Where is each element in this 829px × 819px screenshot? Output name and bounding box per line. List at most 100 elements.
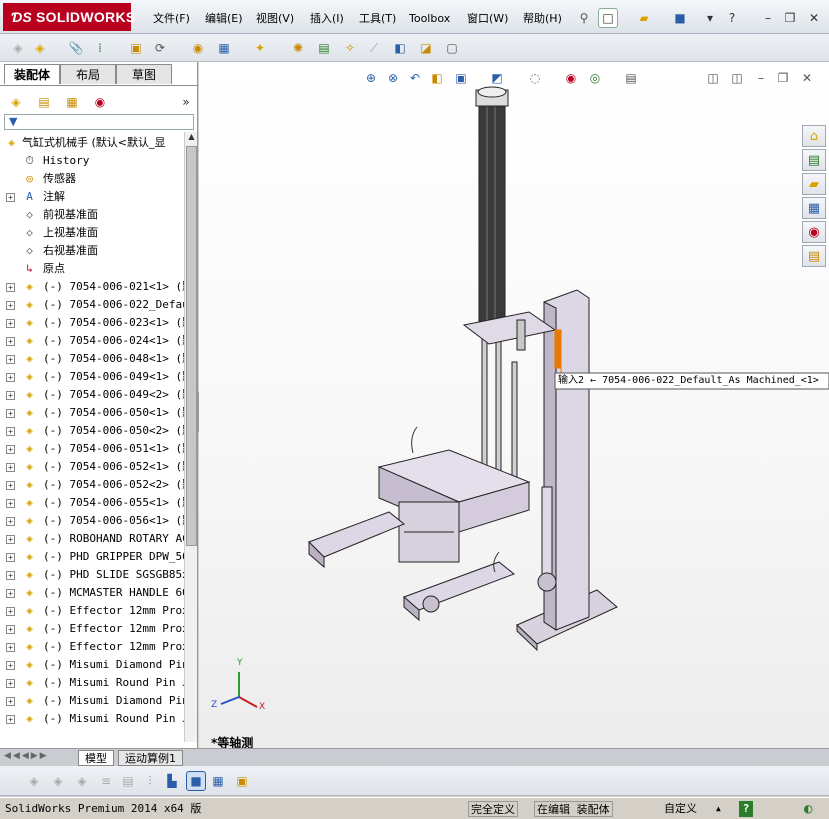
tree-root[interactable]: ◈ 气缸式机械手 (默认<默认_显 bbox=[0, 134, 184, 152]
tree-item[interactable]: + ◈ (-) Misumi Round Pin J bbox=[0, 674, 184, 692]
close-icon[interactable]: ✕ bbox=[804, 8, 824, 28]
menu-insert[interactable]: 插入(I) bbox=[310, 10, 344, 28]
restore-icon[interactable]: ❐ bbox=[780, 8, 800, 28]
expand-plus-icon[interactable]: + bbox=[6, 607, 15, 616]
tree-item[interactable]: + ◈ (-) 7054-006-055<1> (默 bbox=[0, 494, 184, 512]
tree-item[interactable]: + ◈ (-) 7054-006-023<1> (默 bbox=[0, 314, 184, 332]
chart-tool-icon[interactable]: ▙ bbox=[162, 771, 182, 791]
tree-item[interactable]: ◇ 右视基准面 bbox=[0, 242, 184, 260]
property-manager-icon[interactable]: ▤ bbox=[34, 92, 54, 112]
tree-item[interactable]: ◇ 上视基准面 bbox=[0, 224, 184, 242]
tree-item[interactable]: + ◈ (-) Misumi Diamond Pin bbox=[0, 692, 184, 710]
solidworks-resources-icon[interactable]: ⌂ bbox=[802, 125, 826, 147]
show-hidden-icon[interactable]: ◉ bbox=[188, 38, 208, 58]
expand-plus-icon[interactable]: + bbox=[6, 679, 15, 688]
graphics-viewport[interactable]: ⊕ ⊗ ↶ ◧ ▣ ◩ ◌ ◉ ◎ ▤ ◫ ◫ – ❐ ✕ 输入2 ← 7054… bbox=[199, 62, 829, 750]
tree-item[interactable]: + ◈ (-) 7054-006-050<1> (默 bbox=[0, 404, 184, 422]
tree-item[interactable]: + ◈ (-) 7054-006-050<2> (默 bbox=[0, 422, 184, 440]
scroll-up-icon[interactable]: ▲ bbox=[186, 132, 197, 144]
menu-tools[interactable]: 工具(T) bbox=[359, 10, 396, 28]
expand-plus-icon[interactable]: + bbox=[6, 499, 15, 508]
menu-edit[interactable]: 编辑(E) bbox=[205, 10, 243, 28]
menu-file[interactable]: 文件(F) bbox=[153, 10, 190, 28]
custom-properties-icon[interactable]: ▤ bbox=[802, 245, 826, 267]
ghost-tool2-icon[interactable]: ◈ bbox=[48, 771, 68, 791]
quick-tips-icon[interactable]: ? bbox=[739, 801, 753, 817]
move-component-icon[interactable]: ⟳ bbox=[150, 38, 170, 58]
menu-view[interactable]: 视图(V) bbox=[256, 10, 294, 28]
tree-item[interactable]: + ◈ (-) 7054-006-021<1> (默 bbox=[0, 278, 184, 296]
mate-callout[interactable]: 输入2 ← 7054-006-022_Default_As Machined_<… bbox=[558, 373, 819, 389]
tab-nav-arrows-icon[interactable]: ◀◀◀▶▶ bbox=[4, 751, 70, 765]
insert-component-icon[interactable]: ◈ bbox=[30, 38, 50, 58]
tab-layout[interactable]: 布局 bbox=[60, 64, 116, 84]
linear-pattern-icon[interactable]: ⁞ bbox=[90, 38, 110, 58]
tree-item[interactable]: ↳ 原点 bbox=[0, 260, 184, 278]
expand-plus-icon[interactable]: + bbox=[6, 697, 15, 706]
expand-plus-icon[interactable]: + bbox=[6, 715, 15, 724]
expand-plus-icon[interactable]: + bbox=[6, 409, 15, 418]
robot-arm-model[interactable] bbox=[199, 62, 829, 748]
expand-plus-icon[interactable]: + bbox=[6, 463, 15, 472]
design-library-icon[interactable]: ▤ bbox=[802, 149, 826, 171]
exploded-view-icon[interactable]: ✧ bbox=[340, 38, 360, 58]
tree-item[interactable]: + ◈ (-) 7054-006-051<1> (默 bbox=[0, 440, 184, 458]
tree-item[interactable]: + ◈ (-) PHD SLIDE SGSGB85x4 bbox=[0, 566, 184, 584]
units-selector[interactable]: 自定义 bbox=[664, 801, 697, 817]
clearance-verification-icon[interactable]: ◪ bbox=[416, 38, 436, 58]
tree-item[interactable]: + ◈ (-) PHD GRIPPER DPW_500 bbox=[0, 548, 184, 566]
expand-plus-icon[interactable]: + bbox=[6, 625, 15, 634]
expand-plus-icon[interactable]: + bbox=[6, 535, 15, 544]
tree-item[interactable]: ◇ 前视基准面 bbox=[0, 206, 184, 224]
tree-item[interactable]: + ◈ (-) 7054-006-024<1> (默 bbox=[0, 332, 184, 350]
solidworks-logo[interactable]: ƊS SOLIDWORKS bbox=[3, 3, 135, 31]
expand-plus-icon[interactable]: + bbox=[6, 481, 15, 490]
tree-item[interactable]: + ◈ (-) Misumi Diamond Pin bbox=[0, 656, 184, 674]
tab-assembly[interactable]: 装配体 bbox=[4, 64, 60, 84]
tree-item[interactable]: + ◈ (-) 7054-006-048<1> (默 bbox=[0, 350, 184, 368]
expand-plus-icon[interactable]: + bbox=[6, 319, 15, 328]
expand-plus-icon[interactable]: + bbox=[6, 373, 15, 382]
tree-item[interactable]: + ◈ (-) ROBOHAND ROTARY ACT bbox=[0, 530, 184, 548]
tree-vertical-scrollbar[interactable]: ▲ bbox=[184, 132, 197, 742]
appearances-icon[interactable]: ◉ bbox=[802, 221, 826, 243]
expand-plus-icon[interactable]: + bbox=[6, 517, 15, 526]
expand-plus-icon[interactable]: + bbox=[6, 445, 15, 454]
minimize-icon[interactable]: – bbox=[758, 8, 778, 28]
tree-item[interactable]: ⏱ History bbox=[0, 152, 184, 170]
expand-chevron-icon[interactable]: » bbox=[176, 92, 196, 112]
tree-item[interactable]: + ◈ (-) Effector 12mm Prox1 bbox=[0, 638, 184, 656]
tree-item[interactable]: + ◈ (-) 7054-006-049<2> (默 bbox=[0, 386, 184, 404]
expand-plus-icon[interactable]: + bbox=[6, 427, 15, 436]
menu-toolbox[interactable]: Toolbox bbox=[409, 10, 450, 28]
expand-plus-icon[interactable]: + bbox=[6, 643, 15, 652]
expand-plus-icon[interactable]: + bbox=[6, 193, 15, 202]
new-motion-study-icon[interactable]: ✺ bbox=[288, 38, 308, 58]
featuremanager-tree-icon[interactable]: ◈ bbox=[6, 92, 26, 112]
display-manager-icon[interactable]: ◉ bbox=[90, 92, 110, 112]
table-view-icon[interactable]: ▦ bbox=[208, 771, 228, 791]
swift-tip-icon[interactable]: ◐ bbox=[804, 801, 824, 817]
expand-plus-icon[interactable]: + bbox=[6, 301, 15, 310]
tree-item[interactable]: + ◈ (-) 7054-006-052<2> (默 bbox=[0, 476, 184, 494]
reference-geometry-icon[interactable]: ✦ bbox=[250, 38, 270, 58]
tree-item[interactable]: + ◈ (-) 7054-006-049<1> (默 bbox=[0, 368, 184, 386]
print-icon[interactable]: ▾ bbox=[700, 8, 720, 28]
tree-item[interactable]: + ◈ (-) 7054-006-056<1> (默 bbox=[0, 512, 184, 530]
configuration-manager-icon[interactable]: ▦ bbox=[62, 92, 82, 112]
assembly-features-icon[interactable]: ▦ bbox=[214, 38, 234, 58]
expand-plus-icon[interactable]: + bbox=[6, 283, 15, 292]
explode-line-sketch-icon[interactable]: ⟋ bbox=[364, 38, 384, 58]
filter-box[interactable]: ▼ bbox=[4, 114, 194, 130]
tree-item[interactable]: + ◈ (-) MCMASTER HANDLE 602 bbox=[0, 584, 184, 602]
expand-plus-icon[interactable]: + bbox=[6, 661, 15, 670]
file-explorer-icon[interactable]: ▰ bbox=[802, 173, 826, 195]
ghost-tool6-icon[interactable]: ⫶ bbox=[140, 771, 160, 791]
save-icon[interactable]: ■ bbox=[670, 8, 690, 28]
interference-detection-icon[interactable]: ◧ bbox=[390, 38, 410, 58]
open-folder-icon[interactable]: ▰ bbox=[634, 8, 654, 28]
expand-plus-icon[interactable]: + bbox=[6, 571, 15, 580]
expand-plus-icon[interactable]: + bbox=[6, 337, 15, 346]
smart-fasteners-icon[interactable]: ▣ bbox=[126, 38, 146, 58]
expand-plus-icon[interactable]: + bbox=[6, 355, 15, 364]
